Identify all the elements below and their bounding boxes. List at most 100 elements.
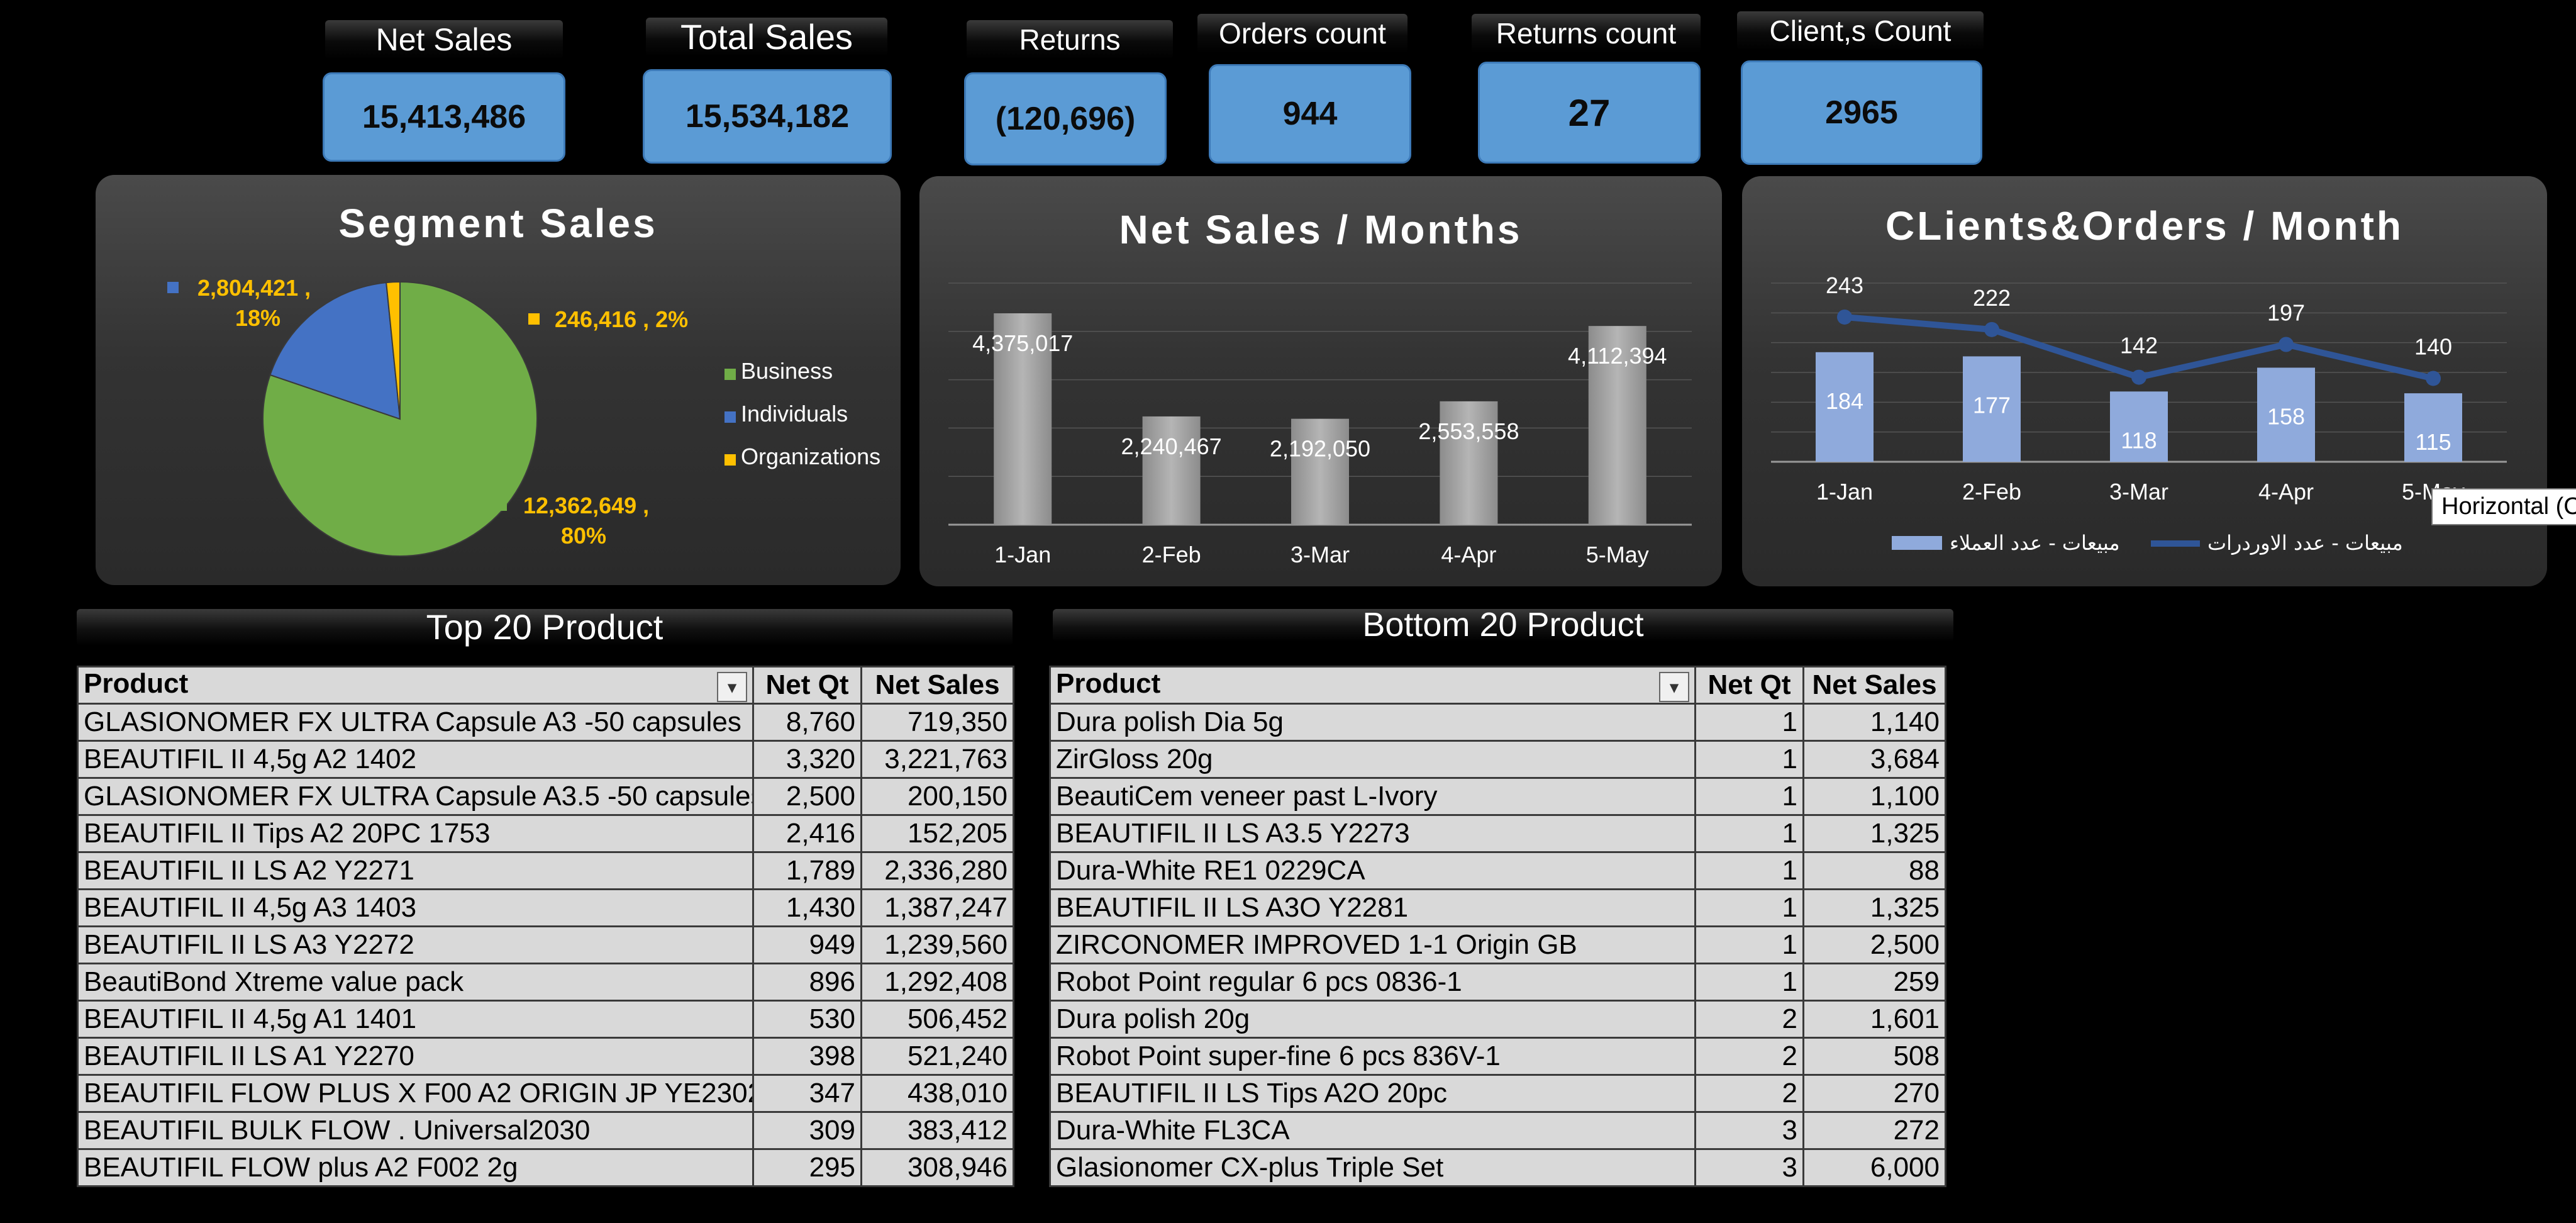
net-sales-cell[interactable]: 200,150 xyxy=(860,777,1014,816)
net-qt-cell[interactable]: 2 xyxy=(1694,1000,1804,1039)
product-cell[interactable]: Dura polish 20g xyxy=(1049,1000,1696,1039)
net-sales-cell[interactable]: 270 xyxy=(1802,1074,1946,1113)
table-row[interactable]: BEAUTIFIL II LS A3 Y2272 949 1,239,560 xyxy=(77,925,1014,964)
product-cell[interactable]: BEAUTIFIL II 4,5g A3 1403 xyxy=(77,888,754,927)
product-cell[interactable]: Dura-White FL3CA xyxy=(1049,1111,1696,1150)
net-sales-cell[interactable]: 6,000 xyxy=(1802,1148,1946,1187)
column-header-product[interactable]: Product ▾ xyxy=(1049,666,1696,705)
table-row[interactable]: Dura-White FL3CA 3 272 xyxy=(1049,1111,1946,1150)
net-sales-cell[interactable]: 152,205 xyxy=(860,814,1014,853)
net-qt-cell[interactable]: 8,760 xyxy=(752,703,862,742)
product-cell[interactable]: ZIRCONOMER IMPROVED 1-1 Origin GB xyxy=(1049,925,1696,964)
product-cell[interactable]: Robot Point super-fine 6 pcs 836V-1 xyxy=(1049,1037,1696,1076)
net-qt-cell[interactable]: 1 xyxy=(1694,851,1804,890)
table-row[interactable]: Dura polish Dia 5g 1 1,140 xyxy=(1049,703,1946,742)
net-qt-cell[interactable]: 1 xyxy=(1694,814,1804,853)
table-row[interactable]: ZIRCONOMER IMPROVED 1-1 Origin GB 1 2,500 xyxy=(1049,925,1946,964)
net-sales-cell[interactable]: 1,325 xyxy=(1802,888,1946,927)
product-cell[interactable]: BEAUTIFIL II LS A3 Y2272 xyxy=(77,925,754,964)
net-qt-cell[interactable]: 398 xyxy=(752,1037,862,1076)
table-row[interactable]: BEAUTIFIL FLOW plus A2 F002 2g 295 308,946 xyxy=(77,1148,1014,1187)
product-cell[interactable]: GLASIONOMER FX ULTRA Capsule A3.5 -50 ca… xyxy=(77,777,754,816)
product-cell[interactable]: BEAUTIFIL II 4,5g A2 1402 xyxy=(77,740,754,779)
net-sales-cell[interactable]: 508 xyxy=(1802,1037,1946,1076)
product-cell[interactable]: BEAUTIFIL II LS Tips A2O 20pc xyxy=(1049,1074,1696,1113)
product-cell[interactable]: BeautiCem veneer past L-Ivory xyxy=(1049,777,1696,816)
table-row[interactable]: BeautiBond Xtreme value pack 896 1,292,408 xyxy=(77,963,1014,1002)
net-qt-cell[interactable]: 1 xyxy=(1694,888,1804,927)
net-qt-cell[interactable]: 347 xyxy=(752,1074,862,1113)
net-sales-panel[interactable]: Net Sales / Months 4,375,017 1-Jan 2,240,4… xyxy=(919,176,1722,586)
net-qt-cell[interactable]: 2,500 xyxy=(752,777,862,816)
net-qt-cell[interactable]: 2,416 xyxy=(752,814,862,853)
table-row[interactable]: BeautiCem veneer past L-Ivory 1 1,100 xyxy=(1049,777,1946,816)
table-row[interactable]: BEAUTIFIL II LS Tips A2O 20pc 2 270 xyxy=(1049,1074,1946,1113)
table-row[interactable]: Robot Point regular 6 pcs 0836-1 1 259 xyxy=(1049,963,1946,1002)
net-sales-cell[interactable]: 1,387,247 xyxy=(860,888,1014,927)
table-row[interactable]: BEAUTIFIL BULK FLOW . Universal2030 309 38… xyxy=(77,1111,1014,1150)
table-row[interactable]: BEAUTIFIL II 4,5g A3 1403 1,430 1,387,247 xyxy=(77,888,1014,927)
table-row[interactable]: BEAUTIFIL II LS A3.5 Y2273 1 1,325 xyxy=(1049,814,1946,853)
net-qt-cell[interactable]: 949 xyxy=(752,925,862,964)
net-qt-cell[interactable]: 1 xyxy=(1694,963,1804,1002)
table-row[interactable]: BEAUTIFIL II LS A3O Y2281 1 1,325 xyxy=(1049,888,1946,927)
table-row[interactable]: BEAUTIFIL II Tips A2 20PC 1753 2,416 152,2… xyxy=(77,814,1014,853)
net-sales-cell[interactable]: 2,500 xyxy=(1802,925,1946,964)
net-sales-cell[interactable]: 438,010 xyxy=(860,1074,1014,1113)
table-row[interactable]: BEAUTIFIL FLOW PLUS X F00 A2 ORIGIN JP Y… xyxy=(77,1074,1014,1113)
net-qt-cell[interactable]: 295 xyxy=(752,1148,862,1187)
net-sales-cell[interactable]: 259 xyxy=(1802,963,1946,1002)
net-qt-cell[interactable]: 1 xyxy=(1694,703,1804,742)
product-cell[interactable]: BEAUTIFIL FLOW PLUS X F00 A2 ORIGIN JP Y… xyxy=(77,1074,754,1113)
table-row[interactable]: Dura polish 20g 2 1,601 xyxy=(1049,1000,1946,1039)
column-header-net-sales[interactable]: Net Sales xyxy=(860,666,1014,705)
net-qt-cell[interactable]: 1,430 xyxy=(752,888,862,927)
net-sales-cell[interactable]: 308,946 xyxy=(860,1148,1014,1187)
line-point[interactable] xyxy=(2131,369,2146,385)
bar-2-Feb[interactable] xyxy=(1142,416,1201,525)
column-header-net-sales[interactable]: Net Sales xyxy=(1802,666,1946,705)
net-sales-cell[interactable]: 3,684 xyxy=(1802,740,1946,779)
table-row[interactable]: GLASIONOMER FX ULTRA Capsule A3.5 -50 ca… xyxy=(77,777,1014,816)
net-qt-cell[interactable]: 1 xyxy=(1694,777,1804,816)
product-cell[interactable]: BeautiBond Xtreme value pack xyxy=(77,963,754,1002)
net-sales-cell[interactable]: 88 xyxy=(1802,851,1946,890)
column-header-net-qt[interactable]: Net Qt xyxy=(752,666,862,705)
net-sales-cell[interactable]: 1,292,408 xyxy=(860,963,1014,1002)
net-qt-cell[interactable]: 1,789 xyxy=(752,851,862,890)
bar-3-Mar[interactable] xyxy=(1291,418,1349,525)
product-cell[interactable]: BEAUTIFIL BULK FLOW . Universal2030 xyxy=(77,1111,754,1150)
net-qt-cell[interactable]: 3,320 xyxy=(752,740,862,779)
net-sales-cell[interactable]: 383,412 xyxy=(860,1111,1014,1150)
net-sales-cell[interactable]: 506,452 xyxy=(860,1000,1014,1039)
net-qt-cell[interactable]: 3 xyxy=(1694,1111,1804,1150)
table-row[interactable]: Robot Point super-fine 6 pcs 836V-1 2 508 xyxy=(1049,1037,1946,1076)
product-cell[interactable]: Dura-White RE1 0229CA xyxy=(1049,851,1696,890)
net-qt-cell[interactable]: 1 xyxy=(1694,740,1804,779)
line-point[interactable] xyxy=(1837,309,1852,325)
table-row[interactable]: BEAUTIFIL II 4,5g A1 1401 530 506,452 xyxy=(77,1000,1014,1039)
product-cell[interactable]: Glasionomer CX-plus Triple Set xyxy=(1049,1148,1696,1187)
product-cell[interactable]: BEAUTIFIL II Tips A2 20PC 1753 xyxy=(77,814,754,853)
segment-sales-panel[interactable]: Segment Sales 12,362,649 , 80% 2,804,421 ,… xyxy=(96,175,901,585)
net-sales-cell[interactable]: 272 xyxy=(1802,1111,1946,1150)
net-sales-cell[interactable]: 521,240 xyxy=(860,1037,1014,1076)
product-cell[interactable]: BEAUTIFIL FLOW plus A2 F002 2g xyxy=(77,1148,754,1187)
net-sales-cell[interactable]: 1,140 xyxy=(1802,703,1946,742)
net-qt-cell[interactable]: 2 xyxy=(1694,1037,1804,1076)
clients-orders-panel[interactable]: CLients&Orders / Month 184 243 1-Jan 177 222… xyxy=(1742,176,2547,586)
product-cell[interactable]: Dura polish Dia 5g xyxy=(1049,703,1696,742)
product-cell[interactable]: GLASIONOMER FX ULTRA Capsule A3 -50 caps… xyxy=(77,703,754,742)
product-cell[interactable]: Robot Point regular 6 pcs 0836-1 xyxy=(1049,963,1696,1002)
line-point[interactable] xyxy=(2426,371,2441,386)
net-qt-cell[interactable]: 530 xyxy=(752,1000,862,1039)
net-sales-cell[interactable]: 1,325 xyxy=(1802,814,1946,853)
product-cell[interactable]: BEAUTIFIL II LS A2 Y2271 xyxy=(77,851,754,890)
table-row[interactable]: GLASIONOMER FX ULTRA Capsule A3 -50 caps… xyxy=(77,703,1014,742)
net-sales-cell[interactable]: 3,221,763 xyxy=(860,740,1014,779)
net-qt-cell[interactable]: 309 xyxy=(752,1111,862,1150)
table-row[interactable]: BEAUTIFIL II LS A2 Y2271 1,789 2,336,280 xyxy=(77,851,1014,890)
product-cell[interactable]: ZirGloss 20g xyxy=(1049,740,1696,779)
line-point[interactable] xyxy=(2279,337,2294,352)
net-sales-cell[interactable]: 1,601 xyxy=(1802,1000,1946,1039)
